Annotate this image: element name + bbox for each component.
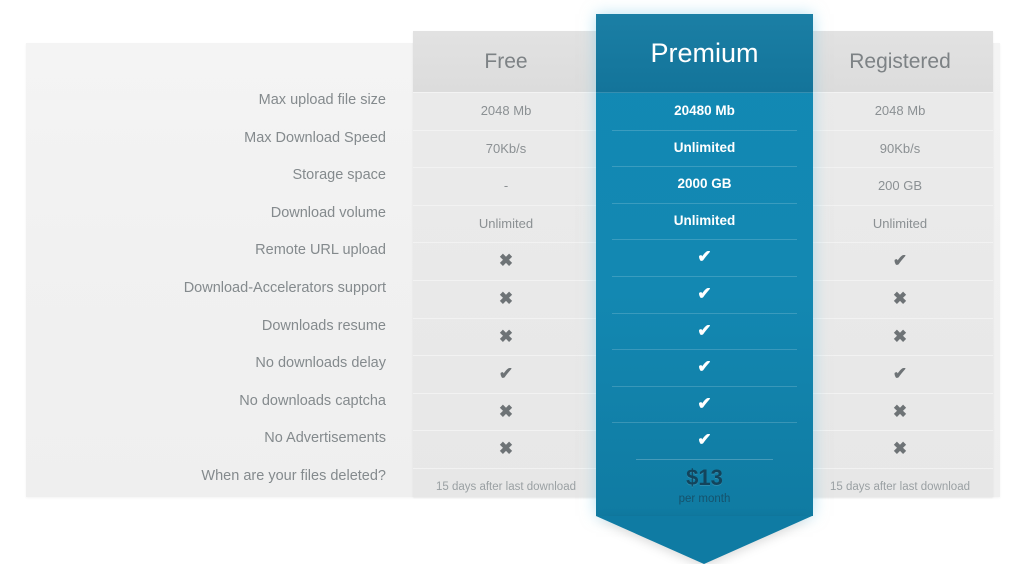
plan-cell: Unlimited [596,129,813,167]
plan-cell: 90Kb/s [807,129,993,168]
feature-label: Download-Accelerators support [183,279,386,296]
feature-label: No downloads delay [255,355,386,372]
cross-icon: ✖ [498,439,514,459]
feature-label: When are your files deleted? [201,467,386,484]
feature-label: Max Download Speed [244,129,386,146]
plan-cell: ✖ [807,430,993,468]
plan-column-premium[interactable]: Premium 20480 Mb Unlimited 2000 GB Unlimite… [596,14,813,564]
feature-label: Max upload file size [258,92,386,108]
feature-label-column: Max upload file size Max Download Speed St… [40,82,386,496]
plan-cell: ✔ [596,275,813,313]
plan-cell: ✔ [596,349,813,386]
plan-column-registered[interactable]: Registered 2048 Mb 90Kb/s 200 GB Unlimited ✔… [807,31,993,497]
plan-cell: 2048 Mb [480,103,532,118]
feature-label: Remote URL upload [255,242,386,259]
plan-cell: Unlimited [807,204,993,243]
premium-price-period: per month [678,492,731,505]
plan-cells-free: 2048 Mb 70Kb/s - Unlimited ✖ ✖ ✖ ✔ ✖ ✖ [413,93,599,468]
premium-price-amount: $13 [686,464,723,490]
check-icon: ✔ [892,364,908,384]
premium-ribbon-body: Premium 20480 Mb Unlimited 2000 GB Unlimite… [596,14,813,516]
cross-icon: ✖ [892,401,908,421]
cross-icon: ✖ [498,288,514,308]
cross-icon: ✖ [498,251,514,271]
feature-label: Download volume [270,204,386,221]
plan-cells-registered: 2048 Mb 90Kb/s 200 GB Unlimited ✔ ✖ ✖ ✔ ✖ ✖ [807,93,993,468]
check-icon: ✔ [697,320,712,340]
premium-price-block: $13 per month [596,458,813,516]
plan-cell: 20480 Mb [674,103,735,118]
plan-cell: ✖ [807,317,993,356]
plan-cell: ✔ [596,239,813,276]
plan-cell: Unlimited [596,202,813,240]
premium-ribbon-arrow-icon [596,515,812,564]
feature-label: Downloads resume [261,317,386,334]
check-icon: ✔ [697,357,712,377]
check-icon: ✔ [697,247,712,267]
cross-icon: ✖ [892,288,908,308]
plan-column-free[interactable]: Free 2048 Mb 70Kb/s - Unlimited ✖ ✖ ✖ ✔ ✖ ✖ 15 da… [413,31,599,497]
cross-icon: ✖ [892,326,908,346]
plan-cell: Unlimited [413,204,599,243]
plan-cell: ✖ [807,279,993,318]
plan-cells-premium: 20480 Mb Unlimited 2000 GB Unlimited ✔ ✔ ✔ ✔ ✔ ✔ [596,93,813,459]
plan-footer-registered: 15 days after last download [807,467,993,506]
plan-cell: 2048 Mb [874,103,926,118]
check-icon: ✔ [697,393,712,413]
check-icon: ✔ [697,283,712,303]
feature-label: No Advertisements [264,430,386,447]
plan-cell: 2000 GB [596,166,813,203]
plan-header-premium: Premium [596,14,813,93]
cross-icon: ✖ [892,439,908,459]
plan-cell: ✔ [596,312,813,350]
plan-header-free: Free [413,31,599,93]
plan-cell: ✖ [413,242,599,280]
plan-cell: ✔ [596,422,813,459]
cross-icon: ✖ [498,401,514,421]
plan-cell: - [413,167,599,205]
plan-header-registered: Registered [807,31,993,93]
plan-cell: ✖ [413,430,599,468]
plan-cell: ✖ [807,392,993,431]
plan-cell: ✖ [413,317,599,356]
check-icon: ✔ [697,430,712,450]
plan-cell: ✔ [807,355,993,393]
plan-cell: ✔ [807,242,993,280]
plan-cell: ✔ [413,355,599,393]
feature-label: Storage space [292,167,386,184]
feature-label: No downloads captcha [239,392,386,409]
plan-cell: 70Kb/s [413,129,599,168]
plan-cell: ✖ [413,392,599,431]
plan-cell: ✖ [413,279,599,318]
cross-icon: ✖ [498,326,514,346]
plan-footer-free: 15 days after last download [413,467,599,506]
check-icon: ✔ [498,364,514,384]
plan-cell: 200 GB [807,167,993,205]
plan-cell: ✔ [596,385,813,423]
check-icon: ✔ [892,251,908,271]
